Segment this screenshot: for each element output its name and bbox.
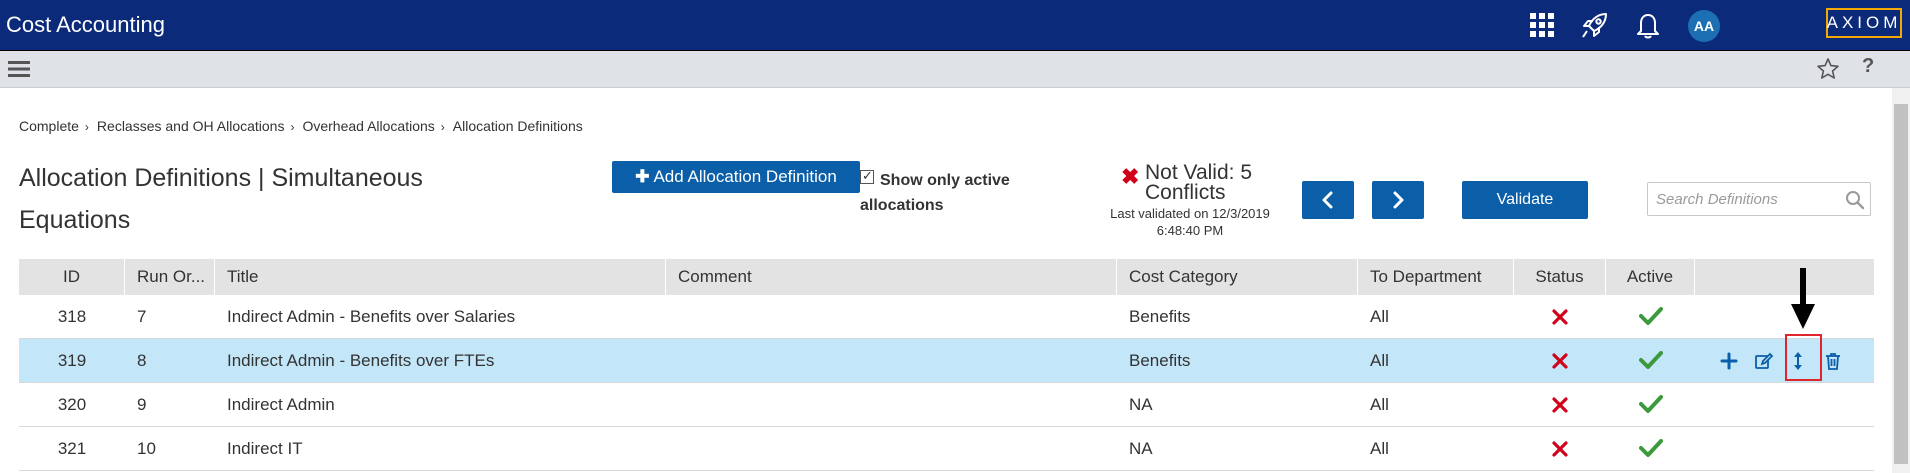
cell-run-order: 10 <box>137 439 156 458</box>
app-title: Cost Accounting <box>6 12 165 37</box>
axiom-logo: AXIOM <box>1826 8 1902 38</box>
table-row[interactable]: 320 9 Indirect Admin NA All <box>19 383 1874 427</box>
cell-run-order: 8 <box>137 351 147 370</box>
cell-cost-category: Benefits <box>1129 351 1191 370</box>
cell-comment <box>666 295 1117 339</box>
chevron-left-icon <box>1322 191 1333 209</box>
status-invalid-x-icon <box>1552 309 1568 325</box>
user-avatar[interactable]: AA <box>1688 10 1720 42</box>
chevron-right-icon: › <box>84 120 89 134</box>
cell-cost-category: Benefits <box>1129 307 1191 326</box>
callout-highlight-box <box>1785 334 1822 381</box>
trash-icon[interactable] <box>1823 351 1843 371</box>
chevron-right-icon: › <box>290 120 295 134</box>
invalid-x-icon: ✖ <box>1121 164 1140 189</box>
help-icon[interactable]: ? <box>1862 55 1874 78</box>
cell-id: 321 <box>57 439 87 458</box>
active-check-icon <box>1639 307 1663 325</box>
last-validated-text: Last validated on 12/3/2019 6:48:40 PM <box>1110 206 1270 238</box>
status-invalid-x-icon <box>1552 441 1568 457</box>
breadcrumb-item-reclasses[interactable]: Reclasses and OH Allocations <box>97 118 285 134</box>
cell-cost-category: NA <box>1129 395 1153 414</box>
page-title: Allocation Definitions | Simultaneous Eq… <box>19 164 423 234</box>
search-input[interactable] <box>1647 182 1871 216</box>
active-check-icon <box>1639 395 1663 413</box>
cell-id: 320 <box>57 395 87 414</box>
search-icon[interactable] <box>1845 190 1865 210</box>
column-header-status[interactable]: Status <box>1514 259 1606 295</box>
table-row-selected[interactable]: 319 8 Indirect Admin - Benefits over FTE… <box>19 339 1874 383</box>
breadcrumb-item-overhead[interactable]: Overhead Allocations <box>302 118 434 134</box>
show-active-checkbox[interactable]: ✓ <box>860 168 874 184</box>
breadcrumb-item-complete[interactable]: Complete <box>19 118 79 134</box>
table-row[interactable]: 321 10 Indirect IT NA All <box>19 427 1874 471</box>
show-active-label: Show only active allocations <box>860 172 1010 214</box>
validate-button[interactable]: Validate <box>1462 181 1588 219</box>
column-header-cost-category[interactable]: Cost Category <box>1117 259 1358 295</box>
plus-icon: ✚ <box>635 167 650 186</box>
chevron-right-icon: › <box>440 120 445 134</box>
cell-comment <box>666 427 1117 471</box>
cell-to-department: All <box>1370 351 1389 370</box>
column-header-title[interactable]: Title <box>215 259 666 295</box>
validation-status: Not Valid: 5 Conflicts <box>1145 161 1252 204</box>
column-header-id[interactable]: ID <box>19 259 125 295</box>
callout-arrow-icon <box>1791 268 1815 329</box>
app-header: Cost Accounting AA AXIOM <box>0 0 1910 51</box>
star-icon[interactable] <box>1816 57 1840 81</box>
column-header-run-order[interactable]: Run Or... <box>125 259 215 295</box>
bell-icon[interactable] <box>1633 10 1663 40</box>
cell-title: Indirect Admin <box>227 395 335 414</box>
cell-to-department: All <box>1370 395 1389 414</box>
column-header-comment[interactable]: Comment <box>666 259 1117 295</box>
cell-title: Indirect Admin - Benefits over Salaries <box>227 307 516 326</box>
active-check-icon <box>1639 439 1663 457</box>
active-check-icon <box>1639 351 1663 369</box>
table-header: ID Run Or... Title Comment Cost Category… <box>19 259 1874 295</box>
previous-button[interactable] <box>1302 181 1354 219</box>
breadcrumb: Complete › Reclasses and OH Allocations › Ov… <box>19 118 583 134</box>
table-row[interactable]: 318 7 Indirect Admin - Benefits over Sal… <box>19 295 1874 339</box>
apps-grid-icon[interactable] <box>1527 10 1557 40</box>
checkmark-icon: ✓ <box>862 168 873 183</box>
add-button-label: Add Allocation Definition <box>653 167 837 186</box>
toolbar: ? <box>0 51 1910 88</box>
cell-title: Indirect Admin - Benefits over FTEs <box>227 351 495 370</box>
cell-run-order: 9 <box>137 395 147 414</box>
cell-to-department: All <box>1370 439 1389 458</box>
cell-id: 319 <box>57 351 87 370</box>
cell-to-department: All <box>1370 307 1389 326</box>
plus-icon[interactable] <box>1719 351 1739 371</box>
cell-title: Indirect IT <box>227 439 303 458</box>
status-invalid-x-icon <box>1552 353 1568 369</box>
breadcrumb-item-current: Allocation Definitions <box>452 118 583 134</box>
edit-icon[interactable] <box>1754 351 1774 371</box>
next-button[interactable] <box>1372 181 1424 219</box>
chevron-right-icon <box>1393 191 1404 209</box>
cell-comment <box>666 383 1117 427</box>
column-header-actions <box>1695 259 1874 295</box>
cell-id: 318 <box>57 307 87 326</box>
rocket-icon[interactable] <box>1580 10 1610 40</box>
cell-cost-category: NA <box>1129 439 1153 458</box>
page-scrollbar-thumb[interactable] <box>1894 104 1908 464</box>
cell-comment <box>666 339 1117 383</box>
column-header-active[interactable]: Active <box>1606 259 1695 295</box>
column-header-to-department[interactable]: To Department <box>1358 259 1514 295</box>
cell-run-order: 7 <box>137 307 147 326</box>
add-allocation-definition-button[interactable]: ✚ Add Allocation Definition <box>612 161 860 193</box>
hamburger-menu-icon[interactable] <box>8 59 30 79</box>
status-invalid-x-icon <box>1552 397 1568 413</box>
